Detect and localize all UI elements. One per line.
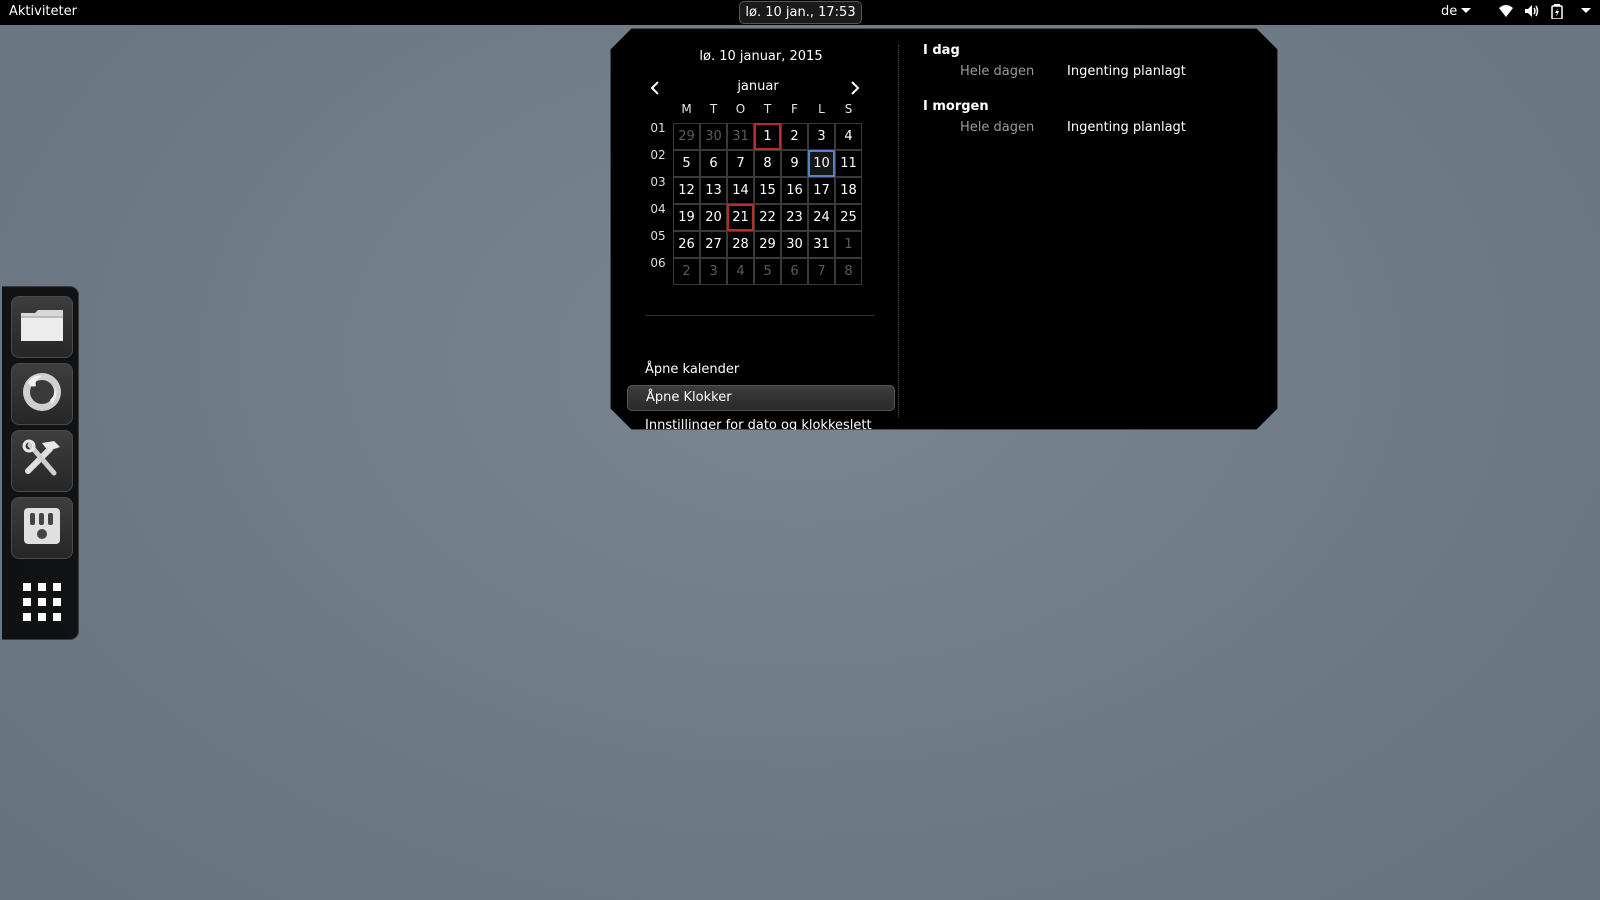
firefox-launcher[interactable]: [11, 363, 73, 425]
language-label: de: [1441, 4, 1458, 19]
weekday-label: T: [763, 102, 772, 116]
chevron-down-icon: [1581, 8, 1591, 13]
calendar-day[interactable]: 3: [808, 123, 835, 150]
calendar-day[interactable]: 6: [781, 258, 808, 285]
firefox-icon: [20, 370, 64, 418]
calendar-day[interactable]: 27: [700, 231, 727, 258]
clock-button[interactable]: lø. 10 jan., 17:53: [739, 1, 862, 24]
tomorrow-event-time: Hele dagen: [960, 120, 1035, 135]
calendar-day[interactable]: 1: [754, 123, 781, 150]
calendar-day[interactable]: 18: [835, 177, 862, 204]
calendar-day[interactable]: 6: [700, 150, 727, 177]
activities-button[interactable]: Aktiviteter: [9, 4, 77, 19]
calendar-day[interactable]: 14: [727, 177, 754, 204]
week-number: 02: [650, 148, 666, 162]
calendar-day[interactable]: 10: [808, 150, 835, 177]
today-event-description: Ingenting planlagt: [1067, 64, 1186, 79]
wifi-icon[interactable]: [1498, 4, 1514, 22]
week-number: 05: [650, 229, 666, 243]
calendar-day[interactable]: 11: [835, 150, 862, 177]
weekday-label: M: [681, 102, 692, 116]
month-navigation: januar: [647, 79, 869, 99]
mixer-launcher[interactable]: [11, 497, 73, 559]
calendar-day[interactable]: 5: [673, 150, 700, 177]
calendar-day[interactable]: 16: [781, 177, 808, 204]
divider: [898, 45, 899, 417]
calendar-day[interactable]: 7: [727, 150, 754, 177]
month-label: januar: [737, 79, 779, 94]
calendar-day[interactable]: 23: [781, 204, 808, 231]
calendar-day[interactable]: 15: [754, 177, 781, 204]
calendar-day[interactable]: 1: [835, 231, 862, 258]
calendar-day[interactable]: 2: [673, 258, 700, 285]
calendar-day[interactable]: 31: [727, 123, 754, 150]
calendar-day[interactable]: 5: [754, 258, 781, 285]
tomorrow-heading: I morgen: [923, 99, 989, 114]
calendar-day[interactable]: 4: [835, 123, 862, 150]
calendar-day[interactable]: 12: [673, 177, 700, 204]
calendar-day[interactable]: 29: [673, 123, 700, 150]
week-number: 01: [650, 121, 666, 135]
calendar-day[interactable]: 17: [808, 177, 835, 204]
weekday-label: L: [818, 102, 825, 116]
calendar-day[interactable]: 8: [754, 150, 781, 177]
open-clocks-item[interactable]: Åpne Klokker: [627, 385, 895, 411]
apps-grid-icon: [23, 583, 31, 591]
volume-icon[interactable]: [1524, 4, 1540, 22]
calendar-popup: lø. 10 januar, 2015 januar M T O T F L S 01 02 0…: [610, 28, 1278, 430]
language-indicator[interactable]: de: [1441, 4, 1472, 19]
tools-icon: [20, 437, 64, 485]
week-number: 04: [650, 202, 666, 216]
calendar-day[interactable]: 7: [808, 258, 835, 285]
calendar-day[interactable]: 4: [727, 258, 754, 285]
week-number: 06: [650, 256, 666, 270]
calendar-day[interactable]: 29: [754, 231, 781, 258]
today-heading: I dag: [923, 43, 960, 58]
calendar-day[interactable]: 13: [700, 177, 727, 204]
files-icon: [19, 307, 65, 347]
calendar-day[interactable]: 28: [727, 231, 754, 258]
dash: [2, 286, 79, 640]
tomorrow-event-description: Ingenting planlagt: [1067, 120, 1186, 135]
calendar-day[interactable]: 21: [727, 204, 754, 231]
calendar-day[interactable]: 25: [835, 204, 862, 231]
calendar-day[interactable]: 2: [781, 123, 808, 150]
calendar-day[interactable]: 9: [781, 150, 808, 177]
date-title: lø. 10 januar, 2015: [699, 49, 823, 64]
calendar-day[interactable]: 8: [835, 258, 862, 285]
date-settings-item[interactable]: Innstillinger for dato og klokkeslett: [627, 413, 895, 430]
open-calendar-item[interactable]: Åpne kalender: [627, 357, 895, 383]
next-month-button[interactable]: [847, 79, 863, 97]
calendar-day[interactable]: 20: [700, 204, 727, 231]
weekday-label: F: [791, 102, 798, 116]
mixer-icon: [20, 504, 64, 552]
calendar-day[interactable]: 31: [808, 231, 835, 258]
calendar-day[interactable]: 30: [781, 231, 808, 258]
calendar-day[interactable]: 26: [673, 231, 700, 258]
calendar-day[interactable]: 3: [700, 258, 727, 285]
battery-icon[interactable]: [1551, 4, 1563, 23]
calendar-day[interactable]: 19: [673, 204, 700, 231]
today-event-time: Hele dagen: [960, 64, 1035, 79]
separator: [645, 315, 875, 316]
weekday-label: O: [735, 102, 746, 116]
show-apps-button[interactable]: [23, 583, 61, 621]
calendar-day[interactable]: 24: [808, 204, 835, 231]
tools-launcher[interactable]: [11, 430, 73, 492]
calendar-day[interactable]: 30: [700, 123, 727, 150]
system-menu-button[interactable]: [1577, 4, 1591, 19]
chevron-down-icon: [1461, 8, 1472, 13]
top-bar: Aktiviteter lø. 10 jan., 17:53 de: [0, 0, 1600, 25]
files-launcher[interactable]: [11, 296, 73, 358]
chevron-right-icon: [851, 81, 860, 95]
weekday-label: T: [709, 102, 718, 116]
calendar-day[interactable]: 22: [754, 204, 781, 231]
weekday-label: S: [844, 102, 853, 116]
calendar-grid: 29 30 31 1 2 3 4 5 6 7 8 9 10 11 12 13 14 15 16 17 18 19 20 21 2…: [673, 123, 863, 285]
week-number: 03: [650, 175, 666, 189]
